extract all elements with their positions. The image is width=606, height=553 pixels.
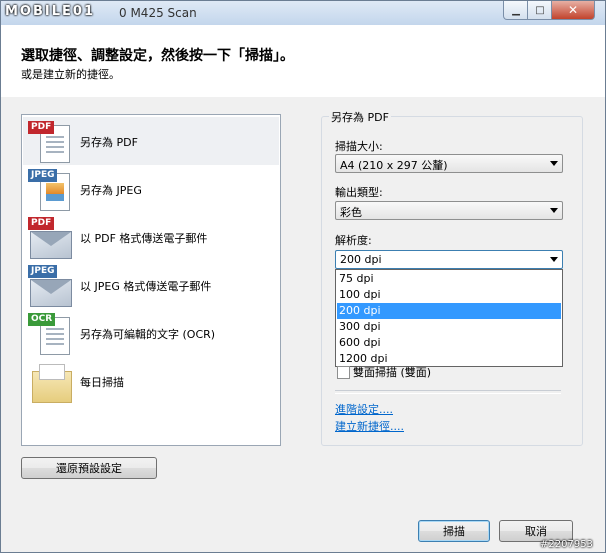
mobile01-logo: MOBILE01 bbox=[5, 4, 95, 19]
resolution-dropdown-list[interactable]: 75 dpi 100 dpi 200 dpi 300 dpi 600 dpi 1… bbox=[335, 269, 563, 367]
close-icon: ✕ bbox=[567, 3, 579, 17]
restore-defaults-button[interactable]: 還原預設設定 bbox=[21, 457, 157, 479]
page-heading: 選取捷徑、調整設定，然後按一下「掃描」。 bbox=[21, 48, 294, 64]
scan-window: MOBILE01 0 M425 Scan ▁ □ ✕ 選取捷徑、調整設定，然後按… bbox=[0, 0, 606, 553]
scan-size-select[interactable]: A4 (210 x 297 公釐) bbox=[335, 154, 563, 173]
divider bbox=[335, 390, 561, 394]
shortcut-item-ocr[interactable]: OCR 另存為可編輯的文字 (OCR) bbox=[23, 309, 279, 357]
resolution-label: 解析度: bbox=[335, 234, 372, 247]
close-button[interactable]: ✕ bbox=[551, 1, 595, 20]
minimize-icon: ▁ bbox=[512, 4, 520, 16]
shortcut-list[interactable]: PDF 另存為 PDF JPEG 另存為 JPEG PDF 以 PDF 格式傳送… bbox=[21, 114, 281, 446]
shortcut-item-daily-scan[interactable]: 每日掃描 bbox=[23, 357, 279, 405]
shortcut-label: 另存為 JPEG bbox=[80, 184, 142, 197]
resolution-option-75[interactable]: 75 dpi bbox=[337, 271, 561, 287]
shortcut-item-save-jpeg[interactable]: JPEG 另存為 JPEG bbox=[23, 165, 279, 213]
chevron-down-icon bbox=[550, 208, 558, 213]
chevron-down-icon bbox=[550, 161, 558, 166]
resolution-select[interactable]: 200 dpi bbox=[335, 250, 563, 269]
shortcut-label: 每日掃描 bbox=[80, 376, 124, 389]
pdf-email-icon: PDF bbox=[28, 217, 74, 259]
shortcut-item-email-jpeg[interactable]: JPEG 以 JPEG 格式傳送電子郵件 bbox=[23, 261, 279, 309]
advanced-settings-link[interactable]: 進階設定.... bbox=[335, 401, 393, 417]
shortcut-item-email-pdf[interactable]: PDF 以 PDF 格式傳送電子郵件 bbox=[23, 213, 279, 261]
shortcut-label: 以 PDF 格式傳送電子郵件 bbox=[80, 232, 208, 245]
shortcut-label: 另存為可編輯的文字 (OCR) bbox=[80, 328, 216, 341]
resolution-option-300[interactable]: 300 dpi bbox=[337, 319, 561, 335]
shortcut-item-save-pdf[interactable]: PDF 另存為 PDF bbox=[23, 117, 279, 165]
maximize-icon: □ bbox=[535, 4, 545, 16]
shortcut-label: 另存為 PDF bbox=[80, 136, 138, 149]
folder-icon bbox=[28, 361, 74, 403]
chevron-down-icon bbox=[550, 257, 558, 262]
scan-button[interactable]: 掃描 bbox=[418, 520, 490, 542]
title-bar[interactable]: MOBILE01 0 M425 Scan ▁ □ ✕ bbox=[1, 1, 605, 25]
duplex-checkbox-label[interactable]: 雙面掃描 (雙面) bbox=[353, 364, 431, 380]
watermark: #2207953 bbox=[540, 539, 593, 550]
duplex-checkbox[interactable] bbox=[337, 366, 350, 379]
minimize-button[interactable]: ▁ bbox=[503, 1, 529, 20]
ocr-document-icon: OCR bbox=[28, 313, 74, 355]
output-type-select[interactable]: 彩色 bbox=[335, 201, 563, 220]
settings-group-title: 另存為 PDF bbox=[329, 109, 391, 125]
jpeg-email-icon: JPEG bbox=[28, 265, 74, 307]
pdf-document-icon: PDF bbox=[28, 121, 74, 163]
output-type-label: 輸出類型: bbox=[335, 186, 383, 199]
page-subheading: 或是建立新的捷徑。 bbox=[21, 68, 120, 81]
resolution-option-100[interactable]: 100 dpi bbox=[337, 287, 561, 303]
scan-size-label: 掃描大小: bbox=[335, 140, 383, 153]
jpeg-document-icon: JPEG bbox=[28, 169, 74, 211]
shortcut-label: 以 JPEG 格式傳送電子郵件 bbox=[80, 280, 212, 293]
maximize-button[interactable]: □ bbox=[527, 1, 553, 20]
resolution-option-600[interactable]: 600 dpi bbox=[337, 335, 561, 351]
create-new-shortcut-link[interactable]: 建立新捷徑.... bbox=[335, 418, 404, 434]
window-title: 0 M425 Scan bbox=[119, 6, 197, 20]
resolution-option-200[interactable]: 200 dpi bbox=[337, 303, 561, 319]
